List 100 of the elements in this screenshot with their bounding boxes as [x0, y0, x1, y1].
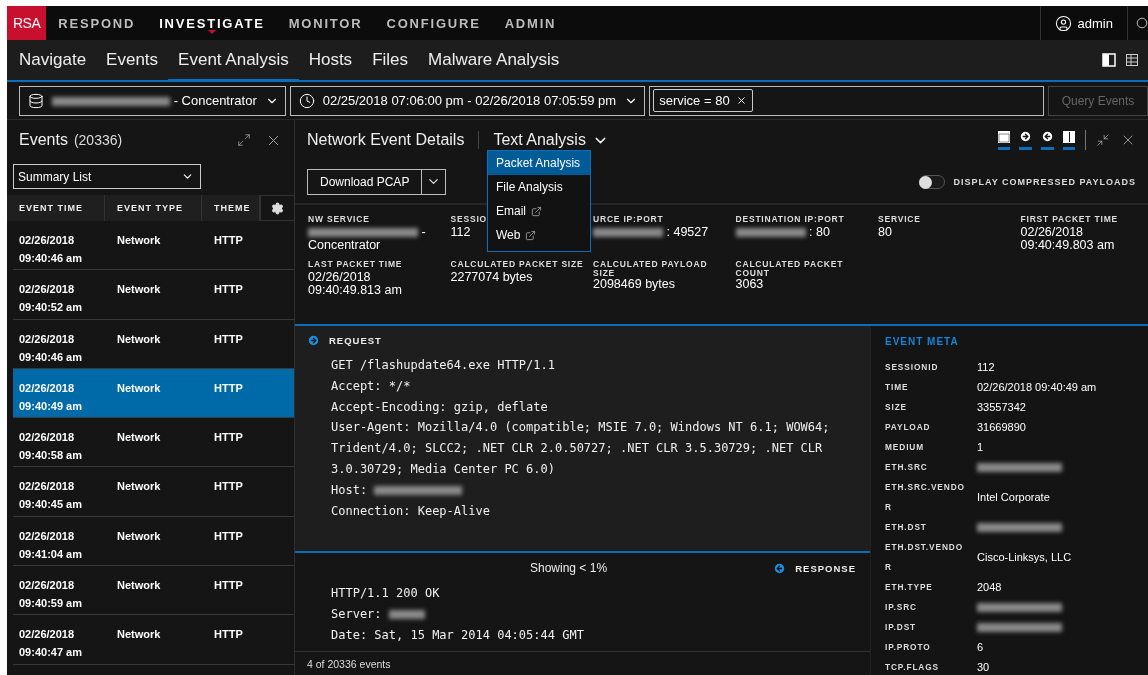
service-select[interactable]: - Concentrator — [19, 85, 286, 116]
time-range: 02/25/2018 07:06:00 pm - 02/26/2018 07:05:59 pm — [322, 93, 617, 108]
blurred-text — [735, 228, 806, 238]
nav-tab[interactable]: Malware Analysis — [418, 40, 570, 82]
event-row[interactable]: 02/26/2018 09:40:46 am Network HTTP — [13, 221, 294, 271]
meta-label: IP.SRC — [885, 601, 918, 614]
panel-title: Network Event Details — [307, 131, 465, 149]
menu-item[interactable]: Packet Analysis — [488, 151, 590, 175]
event-theme: HTTP — [214, 283, 243, 296]
event-type: Network — [117, 332, 161, 345]
logo: RSA — [7, 6, 47, 40]
toggle-switch[interactable] — [919, 174, 946, 189]
arrow-right-icon[interactable] — [1019, 130, 1032, 150]
meta-label: ETH.SRC.VENDOR — [885, 481, 966, 514]
event-time: 09:40:46 am — [19, 251, 83, 266]
response-line: HTTP/1.1 200 OK — [331, 585, 441, 602]
event-date: 02/26/2018 — [19, 627, 76, 643]
event-type: Network — [117, 283, 161, 296]
nav-item[interactable]: CONFIGURE — [374, 6, 493, 40]
event-row[interactable]: 02/26/2018 09:40:49 am Network HTTP — [13, 368, 294, 419]
meta-label: TCP.FLAGS — [885, 661, 941, 674]
query-input-field[interactable]: service = 80 — [649, 85, 1044, 116]
nav-tab[interactable]: Navigate — [9, 40, 97, 82]
event-theme: HTTP — [214, 579, 243, 592]
menu-item[interactable]: File Analysis — [488, 175, 590, 199]
filter-pill[interactable]: service = 80 — [653, 89, 753, 112]
event-theme: HTTP — [214, 480, 243, 493]
columns-icon[interactable] — [1063, 130, 1075, 150]
meta-value: Cisco-Linksys, LLC — [977, 551, 1073, 563]
meta-label: ETH.DST.VENDOR — [885, 541, 965, 574]
section-label: REQUEST — [329, 335, 382, 346]
request-line: Accept-Encoding: gzip, deflate — [331, 398, 549, 416]
event-row[interactable]: 02/26/2018 09:40:47 am Network HTTP — [13, 615, 294, 665]
panel-title: Events — [19, 131, 68, 149]
nav-tab[interactable]: Events — [96, 40, 169, 82]
event-theme: HTTP — [214, 234, 243, 246]
settings-icon[interactable] — [260, 195, 295, 221]
field-label: URCE IP:PORT — [593, 215, 664, 226]
menu-item[interactable]: Email — [488, 199, 590, 223]
field-label: FIRST PACKET TIME — [1020, 215, 1118, 226]
blurred-text — [388, 609, 425, 619]
close-icon[interactable] — [735, 95, 747, 106]
nav-item[interactable]: ADMIN — [492, 6, 569, 40]
view-select[interactable]: Summary List — [13, 164, 201, 189]
layout-icon[interactable] — [1102, 53, 1116, 67]
event-date: 02/26/2018 — [19, 331, 76, 347]
nav-item[interactable]: MONITOR — [276, 6, 375, 40]
event-row[interactable]: 02/26/2018 09:40:45 am Network HTTP — [13, 467, 294, 517]
arrow-left-icon — [773, 561, 787, 575]
dropdown-caret-button[interactable] — [422, 168, 447, 195]
field-value: 02/26/2018 09:40:49.813 am — [308, 271, 403, 297]
time-range-select[interactable]: 02/25/2018 07:06:00 pm - 02/26/2018 07:05:59 pm — [289, 85, 646, 116]
event-date: 02/26/2018 — [19, 479, 76, 495]
event-time: 09:40:52 am — [19, 300, 83, 316]
event-theme: HTTP — [214, 332, 243, 345]
event-theme: HTTP — [214, 381, 243, 394]
meta-label: SIZE — [885, 401, 909, 414]
request-line: Accept: */* — [331, 377, 412, 395]
expand-icon[interactable] — [237, 133, 251, 147]
event-time: 09:40:46 am — [19, 349, 83, 365]
clock-icon — [298, 92, 315, 109]
collapse-icon[interactable] — [1096, 133, 1110, 147]
column-header[interactable]: EVENT TIME — [7, 195, 105, 221]
event-position: 4 of 20336 events — [307, 657, 391, 670]
event-row[interactable]: 02/26/2018 09:40:59 am Network HTTP — [13, 566, 294, 616]
field-value: 80 — [878, 226, 892, 239]
column-header[interactable]: EVENT TYPE — [105, 195, 202, 221]
event-count: (20336) — [73, 132, 123, 148]
field-label: LAST PACKET TIME — [308, 260, 403, 271]
meta-label: ETH.SRC — [885, 461, 929, 474]
field-value: 02/26/2018 09:40:49.803 am — [1020, 226, 1116, 252]
menu-item[interactable]: Web — [488, 223, 590, 247]
meta-value: Intel Corporate — [977, 491, 1051, 503]
event-type: Network — [117, 529, 161, 542]
window-icon[interactable] — [998, 130, 1010, 150]
nav-tab[interactable]: Files — [362, 40, 419, 82]
event-row[interactable]: 02/26/2018 09:40:52 am Network HTTP — [13, 270, 294, 320]
meta-label: MEDIUM — [885, 441, 926, 454]
event-theme: HTTP — [214, 431, 243, 444]
meta-value: 31669890 — [977, 421, 1027, 433]
nav-item[interactable]: RESPOND — [46, 6, 148, 40]
meta-label: PAYLOAD — [885, 421, 932, 434]
meta-value: 30 — [977, 661, 991, 673]
user-icon — [1054, 14, 1072, 32]
event-row[interactable]: 02/26/2018 09:40:58 am Network HTTP — [13, 418, 294, 468]
event-theme: HTTP — [214, 529, 243, 542]
view-dropdown[interactable]: Text Analysis — [493, 131, 609, 149]
event-date: 02/26/2018 — [19, 380, 76, 396]
event-type: Network — [117, 628, 161, 641]
event-row[interactable]: 02/26/2018 09:41:04 am Network HTTP — [13, 516, 294, 567]
table-icon[interactable] — [1126, 54, 1138, 66]
arrow-left-icon[interactable] — [1041, 130, 1054, 150]
event-date: 02/26/2018 — [19, 528, 76, 544]
request-line: Connection: Keep-Alive — [331, 502, 491, 520]
download-pcap-button[interactable]: Download PCAP — [307, 168, 423, 195]
nav-tab[interactable]: Hosts — [298, 40, 363, 82]
meta-value: 1 — [977, 441, 985, 453]
event-row[interactable]: 02/26/2018 09:40:46 am Network HTTP — [13, 319, 294, 369]
event-time: 09:40:45 am — [19, 497, 83, 513]
event-time: 09:40:59 am — [19, 596, 83, 612]
